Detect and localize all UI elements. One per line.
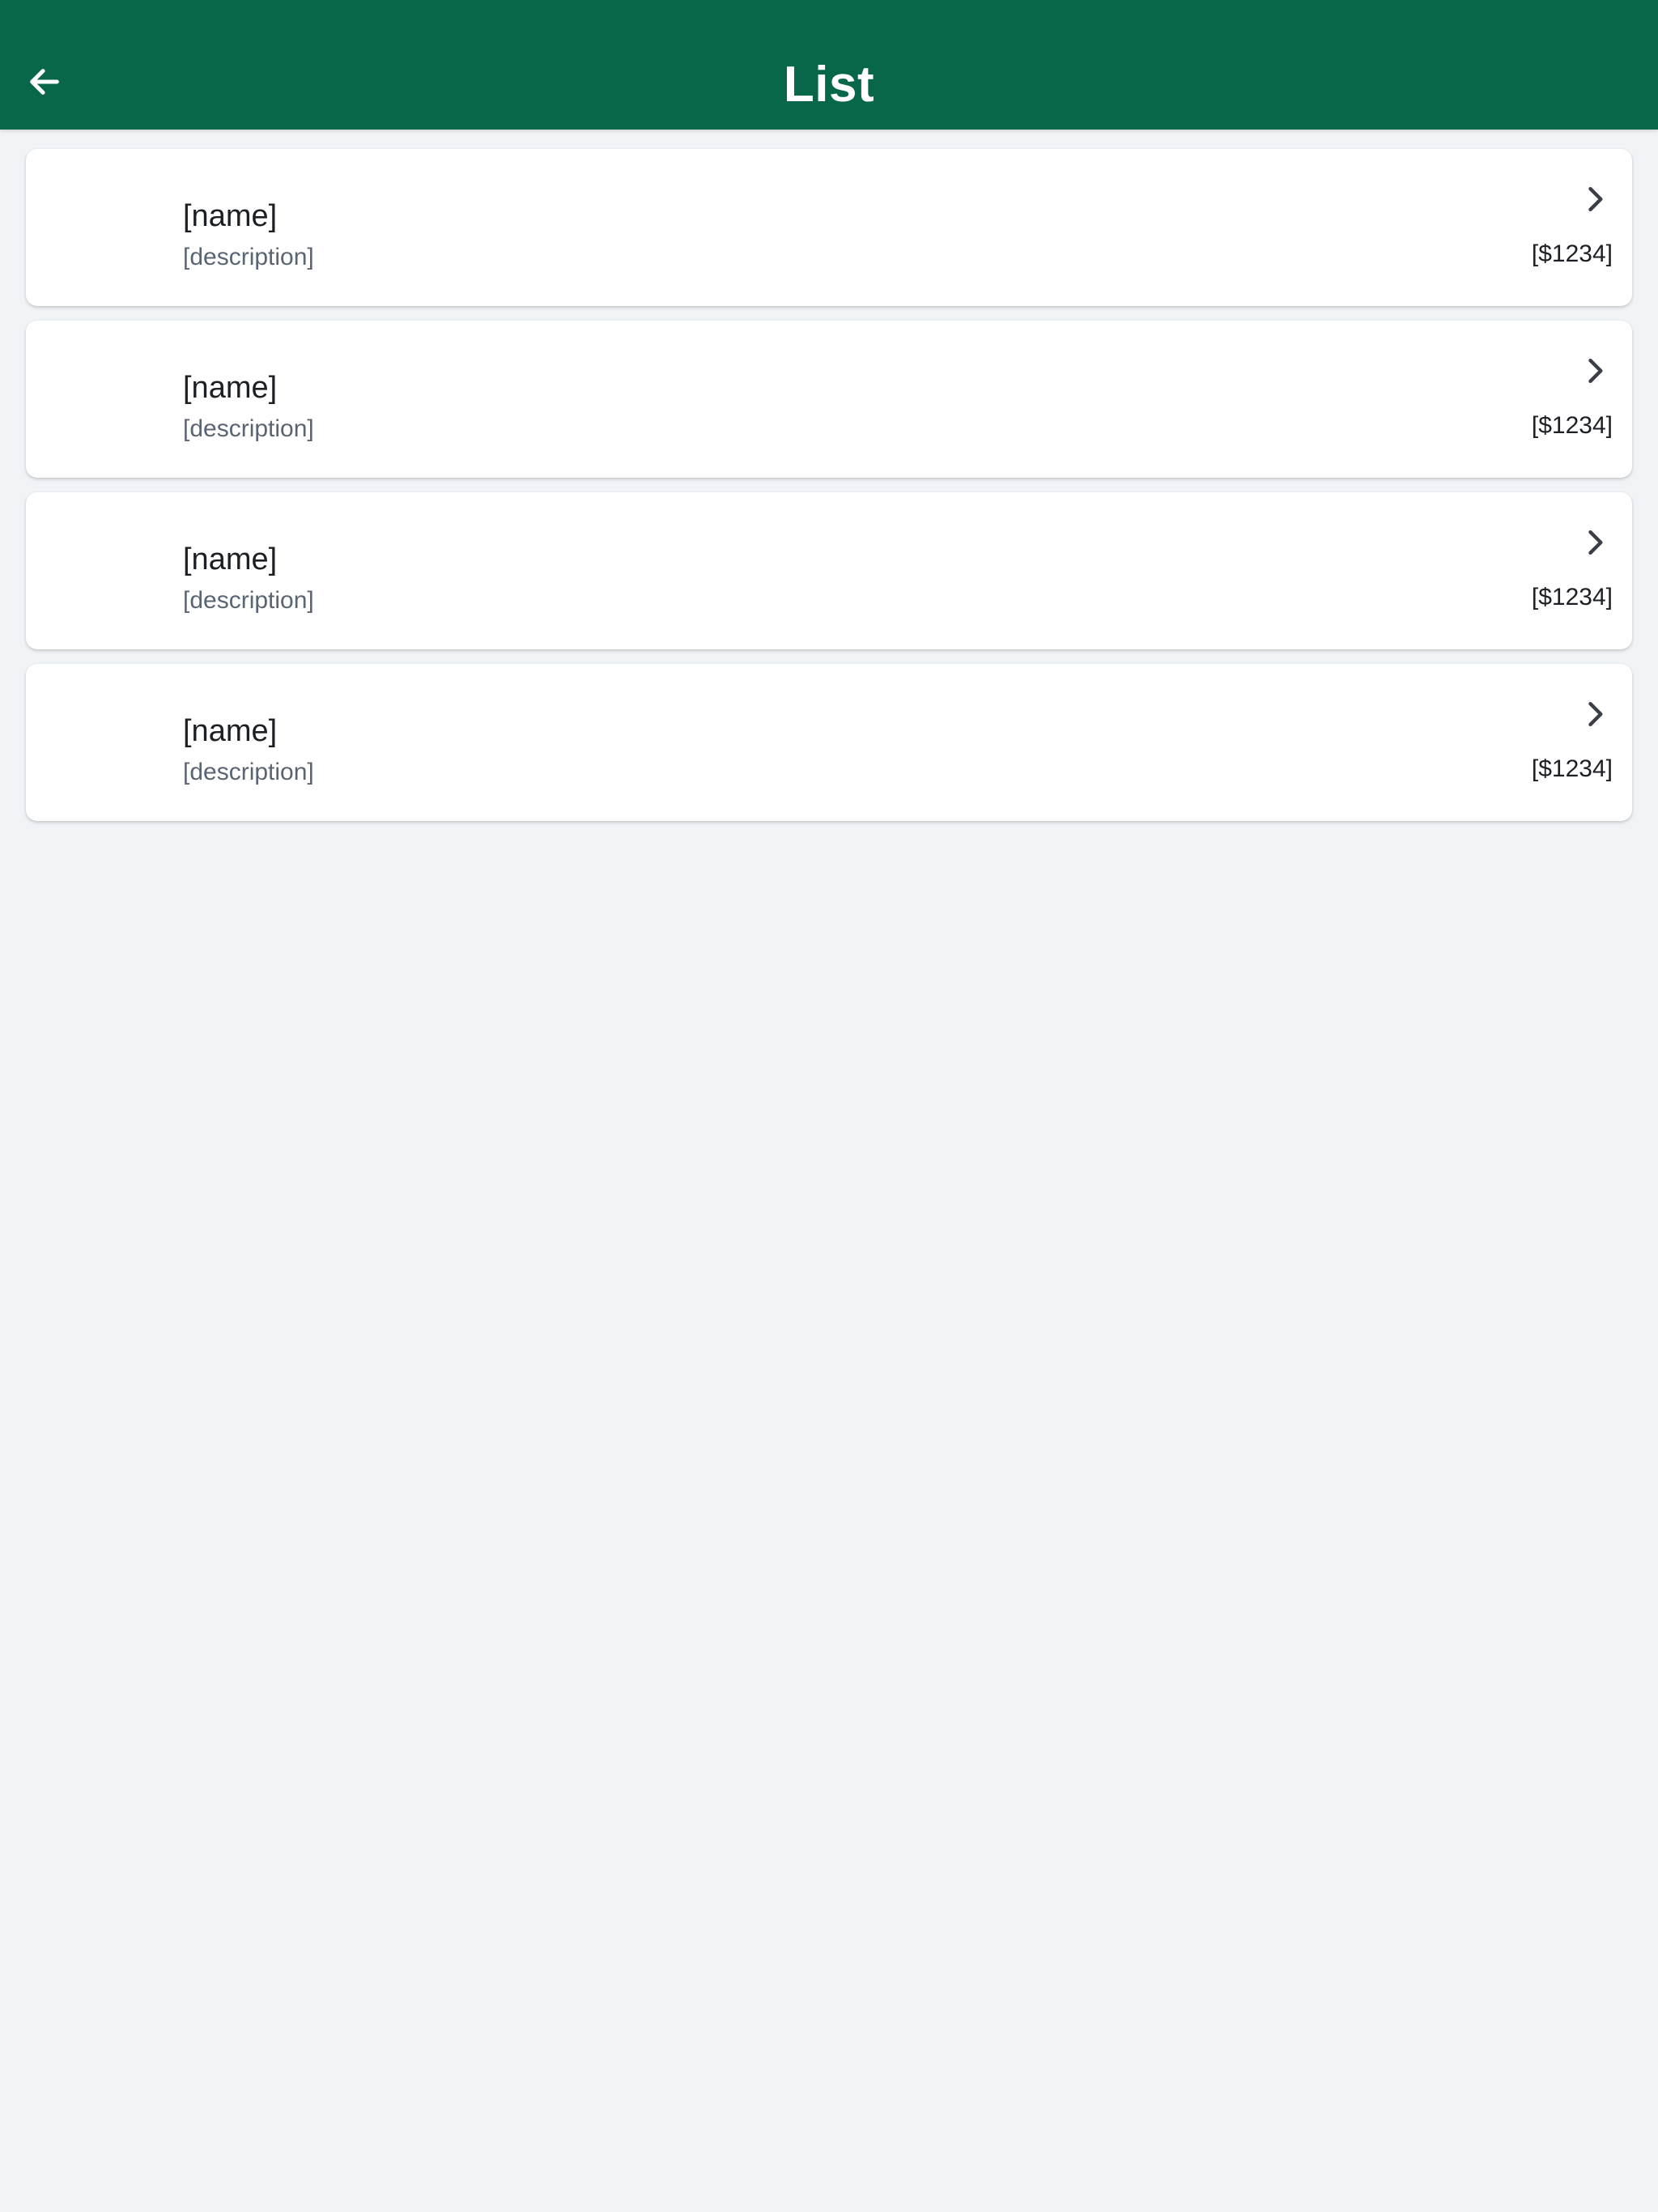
- list-item[interactable]: [name] [description] [$1234]: [26, 492, 1632, 649]
- item-name: [name]: [183, 371, 278, 405]
- item-description: [description]: [183, 759, 314, 785]
- item-name: [name]: [183, 714, 278, 748]
- item-price: [$1234]: [1531, 412, 1613, 439]
- item-price: [$1234]: [1531, 755, 1613, 782]
- page-title: List: [783, 57, 875, 113]
- list-item[interactable]: [name] [description] [$1234]: [26, 664, 1632, 821]
- list-item[interactable]: [name] [description] [$1234]: [26, 321, 1632, 478]
- app-bar: List: [0, 0, 1658, 130]
- list-item[interactable]: [name] [description] [$1234]: [26, 149, 1632, 306]
- item-name: [name]: [183, 542, 278, 576]
- item-description: [description]: [183, 244, 314, 270]
- item-description: [description]: [183, 415, 314, 442]
- chevron-right-icon: [1588, 701, 1603, 727]
- item-name: [name]: [183, 199, 278, 233]
- chevron-right-icon: [1588, 186, 1603, 212]
- item-description: [description]: [183, 587, 314, 614]
- item-price: [$1234]: [1531, 584, 1613, 610]
- chevron-right-icon: [1588, 530, 1603, 555]
- item-list: [name] [description] [$1234] [name] [des…: [26, 149, 1632, 836]
- item-price: [$1234]: [1531, 240, 1613, 267]
- chevron-right-icon: [1588, 358, 1603, 384]
